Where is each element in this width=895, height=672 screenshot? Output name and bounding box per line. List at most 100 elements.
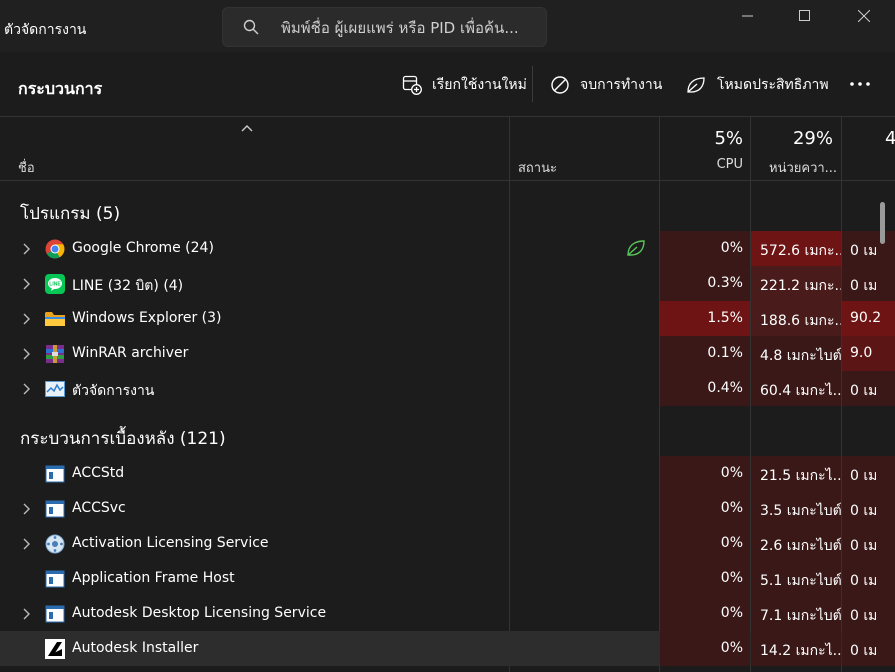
- memory-cell: 5.1 เมกะไบต์: [751, 561, 841, 596]
- chevron-right-icon[interactable]: [22, 278, 32, 290]
- chevron-right-icon[interactable]: [22, 243, 32, 255]
- process-name: ACCStd: [72, 465, 125, 481]
- memory-cell: 7.1 เมกะไบต์: [751, 596, 841, 631]
- chevron-right-icon[interactable]: [22, 503, 32, 515]
- maximize-icon: [799, 10, 810, 21]
- search-input[interactable]: [281, 17, 541, 39]
- cpu-cell: 0.4%: [660, 371, 750, 406]
- chevron-right-icon[interactable]: [22, 608, 32, 620]
- disk-cell: 0 เม: [842, 491, 895, 526]
- memory-cell: 4.8 เมกะไบต์: [751, 336, 841, 371]
- cpu-cell: 0%: [660, 631, 750, 666]
- end-task-button[interactable]: จบการทำงาน: [550, 70, 662, 100]
- winrar-icon: [46, 345, 64, 363]
- disk-total-percent[interactable]: 4: [885, 128, 895, 149]
- process-name: WinRAR archiver: [72, 345, 189, 361]
- gear-service-icon: [45, 534, 65, 554]
- search-box[interactable]: [222, 7, 547, 47]
- process-name: Application Frame Host: [72, 570, 235, 586]
- memory-cell: 60.4 เมกะไ...: [751, 371, 841, 406]
- chevron-right-icon[interactable]: [22, 538, 32, 550]
- disk-cell: 0 เม: [842, 371, 895, 406]
- process-name: Autodesk Installer: [72, 640, 199, 656]
- autodesk-icon: [45, 639, 65, 659]
- process-row-google-chrome[interactable]: Google Chrome (24) 0% 572.6 เมกะ... 0 เม: [0, 231, 895, 266]
- line-app-icon: LINE: [45, 274, 65, 294]
- memory-cell: 14.2 เมกะไ...: [751, 631, 841, 666]
- end-task-label: จบการทำงาน: [580, 77, 663, 93]
- disk-cell: 9.0: [842, 336, 895, 371]
- cpu-cell: 0%: [660, 561, 750, 596]
- run-new-task-label: เรียกใช้งานใหม่: [432, 77, 527, 93]
- cpu-cell: 0%: [660, 526, 750, 561]
- column-divider: [750, 117, 751, 181]
- memory-cell: 572.6 เมกะ...: [751, 231, 841, 266]
- process-row-autodesk-desktop-licensing[interactable]: Autodesk Desktop Licensing Service 0% 7.…: [0, 596, 895, 631]
- chevron-right-icon[interactable]: [22, 348, 32, 360]
- page-title: กระบวนการ: [18, 79, 103, 98]
- cpu-cell: 0.3%: [660, 266, 750, 301]
- disk-cell: 0 เม: [842, 631, 895, 666]
- title-bar: ตัวจัดการงาน: [0, 0, 895, 52]
- chevron-right-icon[interactable]: [22, 313, 32, 325]
- memory-cell: 3.5 เมกะไบต์: [751, 491, 841, 526]
- efficiency-leaf-icon: [627, 240, 645, 256]
- process-name: Activation Licensing Service: [72, 535, 269, 551]
- more-options-button[interactable]: [848, 72, 878, 96]
- minimize-icon: [742, 15, 753, 17]
- process-row-windows-explorer[interactable]: Windows Explorer (3) 1.5% 188.6 เมกะ... …: [0, 301, 895, 336]
- process-row-autodesk-installer[interactable]: Autodesk Installer 0% 14.2 เมกะไ... 0 เม: [0, 631, 895, 666]
- vertical-scrollbar[interactable]: [880, 202, 885, 244]
- toolbar-separator: [532, 66, 533, 102]
- service-window-icon: [45, 500, 65, 518]
- minimize-button[interactable]: [726, 0, 770, 32]
- process-row-application-frame-host[interactable]: Application Frame Host 0% 5.1 เมกะไบต์ 0…: [0, 561, 895, 596]
- leaf-icon: [687, 77, 705, 93]
- process-name: ACCSvc: [72, 500, 126, 516]
- cpu-cell: 0%: [660, 456, 750, 491]
- process-row-activation-licensing[interactable]: Activation Licensing Service 0% 2.6 เมกะ…: [0, 526, 895, 561]
- column-cpu[interactable]: CPU: [660, 157, 743, 172]
- process-row-winrar[interactable]: WinRAR archiver 0.1% 4.8 เมกะไบต์ 9.0: [0, 336, 895, 371]
- run-new-task-button[interactable]: เรียกใช้งานใหม่: [402, 70, 527, 100]
- maximize-button[interactable]: [783, 0, 827, 32]
- disk-cell: 0 เม: [842, 266, 895, 301]
- disk-cell: 0 เม: [842, 526, 895, 561]
- chevron-right-icon[interactable]: [22, 383, 32, 395]
- process-row-accsvc[interactable]: ACCSvc 0% 3.5 เมกะไบต์ 0 เม: [0, 491, 895, 526]
- process-name: Windows Explorer (3): [72, 310, 222, 326]
- column-divider: [509, 117, 510, 181]
- column-header: ชื่อ สถานะ 5% CPU 29% หน่วยควา... 4: [0, 117, 895, 181]
- memory-cell: 221.2 เมกะ...: [751, 266, 841, 301]
- svg-text:LINE: LINE: [49, 282, 61, 288]
- cpu-cell: 1.5%: [660, 301, 750, 336]
- section-background-heading: กระบวนการเบื้องหลัง (121): [20, 429, 226, 449]
- more-icon: [850, 82, 870, 86]
- service-window-icon: [45, 465, 65, 483]
- cpu-cell: 0%: [660, 596, 750, 631]
- process-name: Autodesk Desktop Licensing Service: [72, 605, 327, 621]
- close-icon: [858, 10, 870, 22]
- new-task-icon: [402, 75, 422, 95]
- cpu-total-percent[interactable]: 5%: [660, 128, 743, 149]
- efficiency-mode-button[interactable]: โหมดประสิทธิภาพ: [685, 70, 829, 100]
- process-row-accstd[interactable]: ACCStd 0% 21.5 เมกะไ... 0 เม: [0, 456, 895, 491]
- sort-ascending-icon: [241, 125, 253, 132]
- chrome-icon: [45, 239, 65, 259]
- app-title: ตัวจัดการงาน: [4, 22, 87, 38]
- memory-total-percent[interactable]: 29%: [751, 128, 833, 149]
- process-row-line[interactable]: LINE LINE (32 บิต) (4) 0.3% 221.2 เมกะ..…: [0, 266, 895, 301]
- column-memory[interactable]: หน่วยควา...: [769, 157, 841, 178]
- cpu-cell: 0.1%: [660, 336, 750, 371]
- end-task-icon: [551, 76, 569, 94]
- process-name: Google Chrome (24): [72, 240, 214, 256]
- column-name[interactable]: ชื่อ: [18, 157, 35, 178]
- disk-cell: 0 เม: [842, 596, 895, 631]
- cpu-cell: 0%: [660, 231, 750, 266]
- column-status[interactable]: สถานะ: [518, 157, 557, 178]
- section-apps-heading: โปรแกรม (5): [20, 204, 121, 224]
- disk-cell: 0 เม: [842, 561, 895, 596]
- process-row-task-manager[interactable]: ตัวจัดการงาน 0.4% 60.4 เมกะไ... 0 เม: [0, 371, 895, 406]
- close-button[interactable]: [842, 0, 886, 32]
- disk-cell: 90.2: [842, 301, 895, 336]
